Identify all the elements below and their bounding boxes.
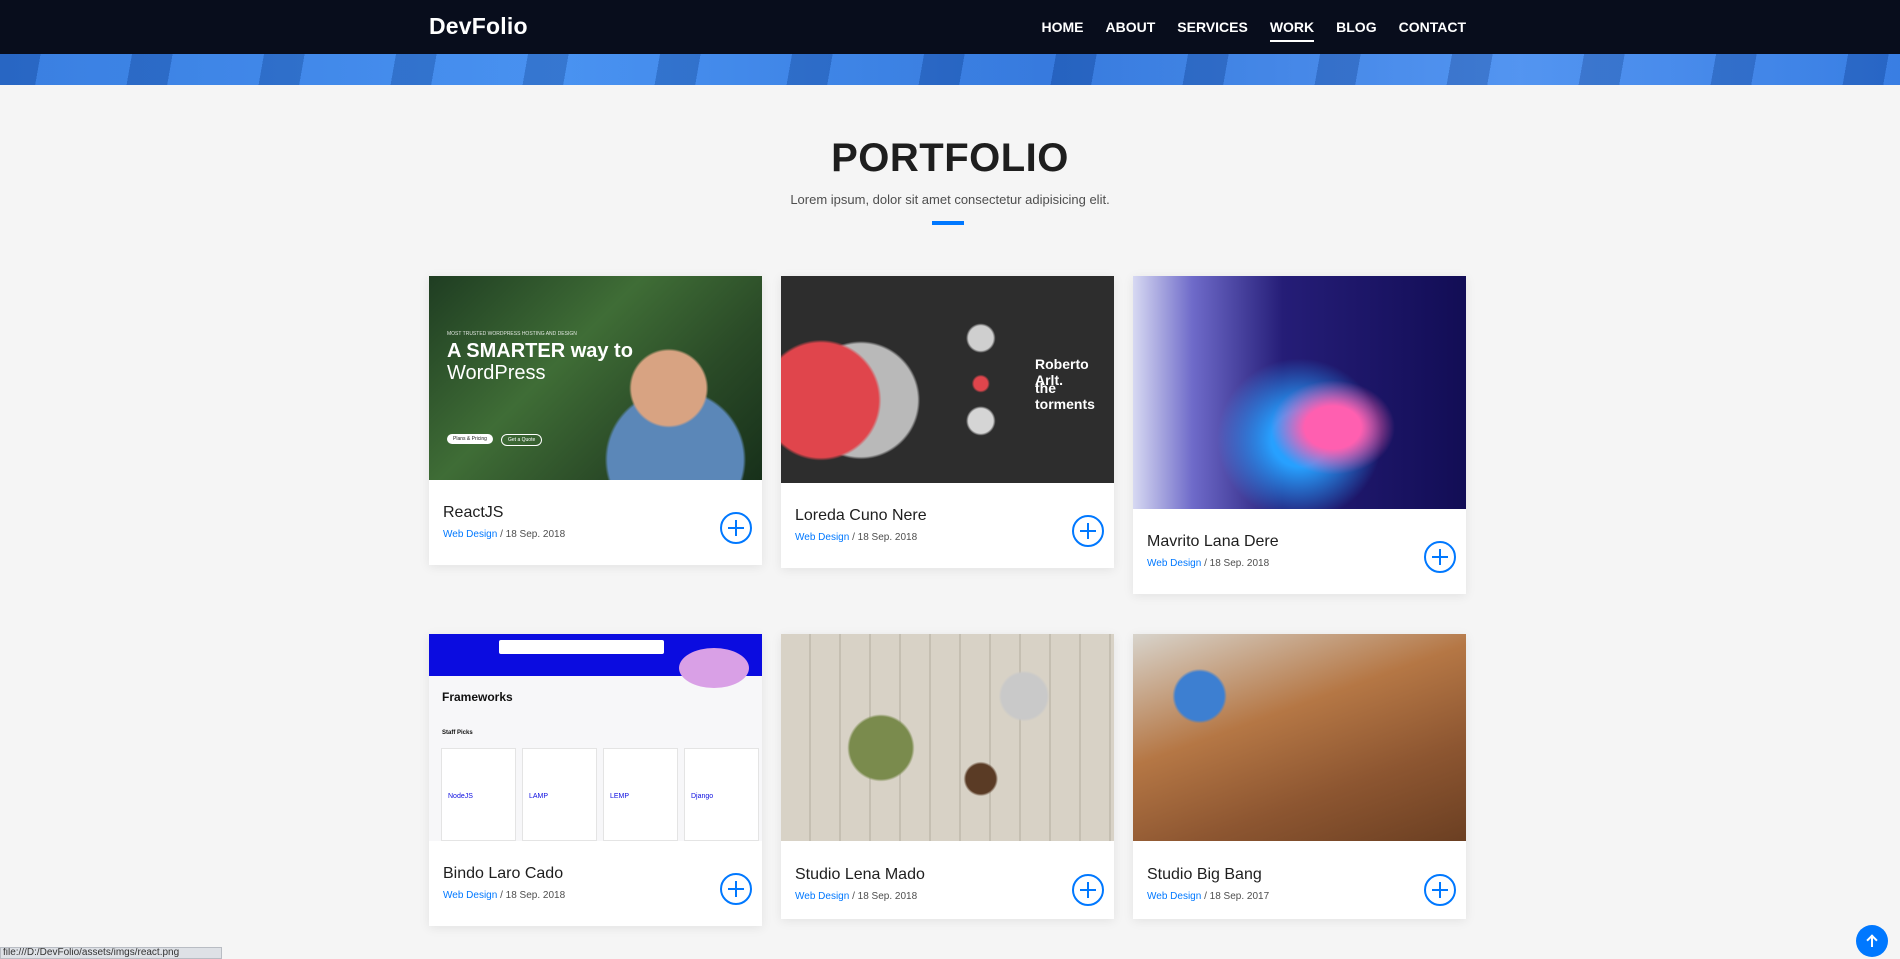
navbar: DevFolio HOME ABOUT SERVICES WORK BLOG C… <box>0 0 1900 54</box>
image-tile: Django <box>684 748 759 841</box>
nav-home[interactable]: HOME <box>1041 19 1083 42</box>
work-card-loreda-cuno-nere[interactable]: Roberto Arlt. the torments Loreda Cuno N… <box>781 276 1114 568</box>
work-date: / 18 Sep. 2017 <box>1201 891 1270 902</box>
work-card-body: Bindo Laro Cado Web Design / 18 Sep. 201… <box>429 841 762 926</box>
work-image[interactable]: Frameworks Staff Picks NodeJS LAMP LEMP … <box>429 634 762 841</box>
arrow-up-icon[interactable] <box>1856 925 1888 957</box>
image-header <box>429 634 762 688</box>
nav-blog[interactable]: BLOG <box>1336 19 1376 42</box>
nav-contact[interactable]: CONTACT <box>1399 19 1466 42</box>
work-meta: Web Design / 18 Sep. 2017 <box>1147 891 1269 902</box>
work-meta: Web Design / 18 Sep. 2018 <box>795 891 917 902</box>
plus-circle-icon[interactable] <box>720 873 752 905</box>
work-meta: Web Design / 18 Sep. 2018 <box>443 529 565 540</box>
work-date: / 18 Sep. 2018 <box>849 891 918 902</box>
image-staff-picks: Staff Picks <box>442 730 473 736</box>
title-underline <box>932 221 964 225</box>
browser-status-url: file:///D:/DevFolio/assets/imgs/react.pn… <box>0 947 222 959</box>
image-kicker: MOST TRUSTED WORDPRESS HOSTING AND DESIG… <box>447 331 577 337</box>
work-title: Mavrito Lana Dere <box>1147 533 1279 550</box>
work-card-bindo-laro-cado[interactable]: Frameworks Staff Picks NodeJS LAMP LEMP … <box>429 634 762 926</box>
work-card-body: Loreda Cuno Nere Web Design / 18 Sep. 20… <box>781 483 1114 568</box>
work-date: / 18 Sep. 2018 <box>497 529 566 540</box>
work-card-body: Studio Big Bang Web Design / 18 Sep. 201… <box>1133 841 1466 919</box>
work-category-link[interactable]: Web Design <box>1147 558 1201 569</box>
work-image[interactable] <box>781 634 1114 841</box>
work-category-link[interactable]: Web Design <box>443 529 497 540</box>
work-meta: Web Design / 18 Sep. 2018 <box>443 890 565 901</box>
image-tile: LAMP <box>522 748 597 841</box>
image-heading: Frameworks <box>442 690 513 704</box>
work-title: Loreda Cuno Nere <box>795 507 927 524</box>
image-headline2: the torments <box>1035 380 1095 412</box>
work-card-studio-lena-mado[interactable]: Studio Lena Mado Web Design / 18 Sep. 20… <box>781 634 1114 919</box>
work-title: Studio Lena Mado <box>795 866 925 883</box>
work-date: / 18 Sep. 2018 <box>1201 558 1270 569</box>
plus-circle-icon[interactable] <box>1424 874 1456 906</box>
plus-circle-icon[interactable] <box>1072 515 1104 547</box>
work-date: / 18 Sep. 2018 <box>497 890 566 901</box>
work-title: ReactJS <box>443 504 504 521</box>
work-card-mavrito-lana-dere[interactable]: Mavrito Lana Dere Web Design / 18 Sep. 2… <box>1133 276 1466 594</box>
brand-logo[interactable]: DevFolio <box>429 13 528 40</box>
image-btn1: Plans & Pricing <box>447 434 493 444</box>
work-card-reactjs[interactable]: MOST TRUSTED WORDPRESS HOSTING AND DESIG… <box>429 276 762 565</box>
image-headline2: WordPress <box>447 362 546 384</box>
work-title: Studio Big Bang <box>1147 866 1262 883</box>
image-search <box>499 640 664 654</box>
work-category-link[interactable]: Web Design <box>795 891 849 902</box>
work-image[interactable]: MOST TRUSTED WORDPRESS HOSTING AND DESIG… <box>429 276 762 480</box>
work-image[interactable] <box>1133 634 1466 841</box>
work-card-body: Studio Lena Mado Web Design / 18 Sep. 20… <box>781 841 1114 919</box>
main-nav: HOME ABOUT SERVICES WORK BLOG CONTACT <box>1041 19 1466 42</box>
plus-circle-icon[interactable] <box>720 512 752 544</box>
image-tile: LEMP <box>603 748 678 841</box>
image-btn2: Get a Quote <box>501 434 543 446</box>
section-title: PORTFOLIO <box>831 136 1069 180</box>
work-category-link[interactable]: Web Design <box>443 890 497 901</box>
plus-circle-icon[interactable] <box>1072 874 1104 906</box>
hero-banner <box>0 54 1900 85</box>
work-category-link[interactable]: Web Design <box>795 532 849 543</box>
work-card-body: ReactJS Web Design / 18 Sep. 2018 <box>429 480 762 565</box>
work-meta: Web Design / 18 Sep. 2018 <box>795 532 917 543</box>
section-subtitle: Lorem ipsum, dolor sit amet consectetur … <box>790 192 1110 207</box>
nav-about[interactable]: ABOUT <box>1105 19 1155 42</box>
work-date: / 18 Sep. 2018 <box>849 532 918 543</box>
image-blob <box>679 648 749 688</box>
work-category-link[interactable]: Web Design <box>1147 891 1201 902</box>
nav-services[interactable]: SERVICES <box>1177 19 1248 42</box>
nav-work[interactable]: WORK <box>1269 19 1315 42</box>
image-headline: A SMARTER way to <box>447 340 633 362</box>
plus-circle-icon[interactable] <box>1424 541 1456 573</box>
work-title: Bindo Laro Cado <box>443 865 564 882</box>
work-card-body: Mavrito Lana Dere Web Design / 18 Sep. 2… <box>1133 509 1466 594</box>
work-image[interactable] <box>1133 276 1466 509</box>
work-meta: Web Design / 18 Sep. 2018 <box>1147 558 1269 569</box>
work-card-studio-big-bang[interactable]: Studio Big Bang Web Design / 18 Sep. 201… <box>1133 634 1466 919</box>
image-tile: NodeJS <box>441 748 516 841</box>
work-image[interactable]: Roberto Arlt. the torments <box>781 276 1114 483</box>
